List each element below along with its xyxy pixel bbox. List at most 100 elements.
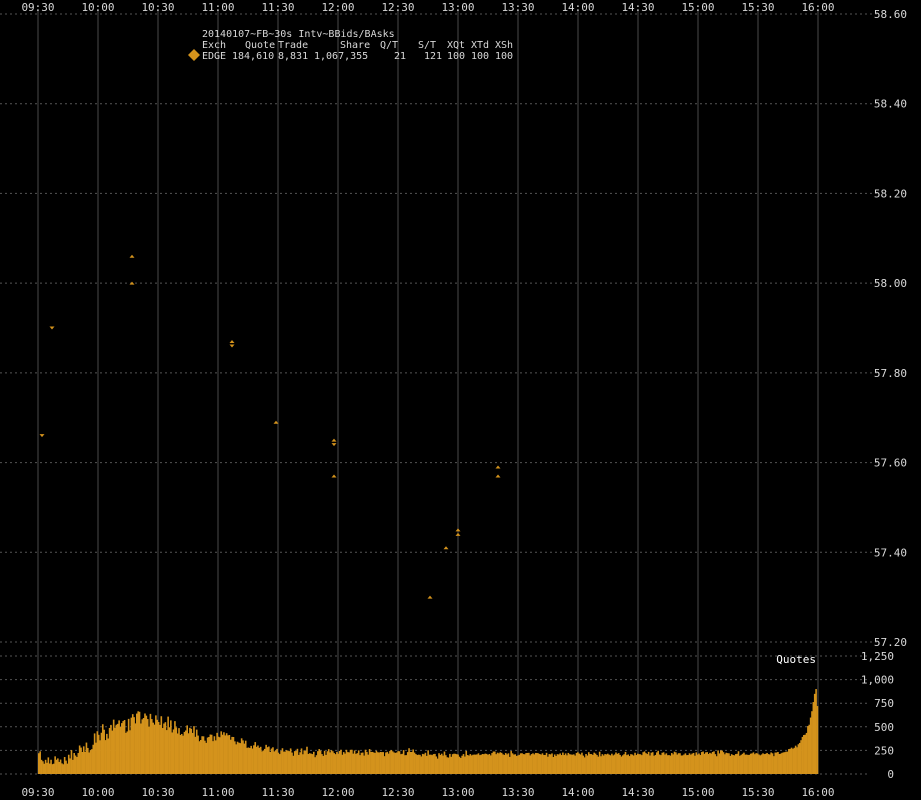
volume-bar — [216, 732, 218, 774]
volume-bar — [96, 731, 99, 774]
volume-bar — [790, 747, 793, 774]
volume-bar — [541, 753, 544, 774]
time-tick-top-12: 15:30 — [741, 1, 774, 14]
volume-bar — [443, 751, 446, 774]
volume-bar — [572, 754, 575, 774]
volume-bar — [594, 753, 597, 774]
volume-bar — [703, 753, 706, 774]
legend-cell: 100 — [471, 51, 489, 62]
volume-bar — [42, 761, 44, 774]
volume-bar — [421, 753, 424, 774]
legend-cell: 121 — [424, 51, 442, 62]
price-tick-label-5: 57.60 — [874, 457, 907, 470]
time-tick-bottom-10: 14:30 — [621, 786, 654, 799]
legend-cell: 8,831 — [278, 51, 308, 62]
volume-bar — [465, 750, 468, 774]
volume-bar — [400, 754, 402, 774]
volume-bar — [530, 754, 533, 774]
volume-bar — [605, 754, 608, 774]
price-tick-label-2: 58.20 — [874, 187, 907, 200]
legend-header-st: S/T — [418, 40, 436, 51]
time-tick-top-9: 14:00 — [561, 1, 594, 14]
volume-bar — [312, 751, 315, 774]
time-tick-top-4: 11:30 — [261, 1, 294, 14]
volume-bar — [736, 753, 738, 774]
volume-bar — [172, 729, 175, 774]
volume-bar — [270, 748, 273, 774]
time-tick-top-7: 13:00 — [441, 1, 474, 14]
legend-cell: 1,067,355 — [314, 51, 368, 62]
volume-bar — [227, 735, 229, 774]
volume-bar — [410, 752, 413, 774]
price-volume-chart: 09:30 09:30 10:00 10:00 10:30 10:30 11:00 11:00… — [0, 0, 921, 800]
legend-cell: 100 — [495, 51, 513, 62]
volume-bar — [389, 750, 391, 774]
volume-bar — [63, 757, 66, 774]
volume-bar — [378, 752, 380, 774]
price-tick-label-0: 58.60 — [874, 8, 907, 21]
volume-bar — [150, 719, 153, 774]
volume-panel-label: Quotes — [776, 653, 816, 666]
volume-bar — [487, 754, 489, 774]
volume-bar — [692, 752, 695, 774]
volume-bar — [638, 754, 640, 774]
volume-bar — [552, 757, 555, 774]
time-tick-bottom-12: 15:30 — [741, 786, 774, 799]
time-tick-bottom-13: 16:00 — [801, 786, 834, 799]
price-tick-label-1: 58.40 — [874, 98, 907, 111]
time-tick-bottom-2: 10:30 — [141, 786, 174, 799]
volume-bar — [801, 736, 804, 774]
legend-cell: 21 — [394, 51, 406, 62]
volume-bar — [454, 753, 457, 774]
legend-rows: EDGE 184,610 8,831 1,067,355 21 121 100 100 100 — [188, 49, 513, 62]
volume-bar — [74, 755, 77, 774]
volume-bar — [519, 753, 522, 774]
legend-header-xsh: XSh — [495, 40, 513, 51]
volume-bar — [183, 731, 186, 774]
volume-bar — [292, 755, 295, 774]
volume-tick-label-3: 500 — [874, 721, 894, 734]
time-tick-top-1: 10:00 — [81, 1, 114, 14]
time-tick-bottom-0: 09:30 — [21, 786, 54, 799]
time-tick-bottom-9: 14:00 — [561, 786, 594, 799]
time-tick-bottom-1: 10:00 — [81, 786, 114, 799]
volume-bar — [476, 754, 478, 774]
time-tick-top-13: 16:00 — [801, 1, 834, 14]
time-tick-top-3: 11:00 — [201, 1, 234, 14]
volume-bar — [248, 747, 251, 774]
volume-bar — [670, 753, 673, 774]
volume-bar — [302, 754, 304, 774]
time-tick-top-5: 12:00 — [321, 1, 354, 14]
time-tick-top-11: 15:00 — [681, 1, 714, 14]
volume-bar — [345, 749, 348, 774]
volume-bar — [649, 755, 651, 774]
legend-cell: 100 — [447, 51, 465, 62]
time-tick-top-8: 13:30 — [501, 1, 534, 14]
time-tick-bottom-5: 12:00 — [321, 786, 354, 799]
volume-bar — [85, 742, 88, 774]
volume-bar — [758, 754, 760, 774]
volume-bar — [816, 706, 819, 774]
time-tick-bottom-8: 13:30 — [501, 786, 534, 799]
volume-bar — [281, 748, 284, 774]
volume-tick-label-0: 1,250 — [861, 650, 894, 663]
legend-header-exch: Exch — [202, 40, 226, 51]
volume-bar — [356, 753, 359, 774]
volume-bar — [432, 754, 435, 774]
volume-bar — [259, 746, 262, 774]
volume-bar — [812, 702, 815, 774]
volume-bar — [714, 754, 717, 774]
volume-tick-label-1: 1,000 — [861, 674, 894, 687]
volume-bar — [52, 763, 55, 774]
chart-container: 09:30 09:30 10:00 10:00 10:30 10:30 11:00 11:00… — [0, 0, 921, 800]
volume-bar — [194, 736, 197, 774]
volume-bar — [508, 756, 511, 774]
legend-header-share: Share — [340, 40, 370, 51]
volume-bar — [779, 753, 782, 774]
volume-bar — [161, 728, 164, 774]
volume-bar — [681, 755, 684, 774]
volume-bar — [205, 742, 208, 774]
volume-bar — [323, 750, 326, 774]
volume-bar — [367, 754, 370, 774]
legend-cell: 184,610 — [232, 51, 274, 62]
